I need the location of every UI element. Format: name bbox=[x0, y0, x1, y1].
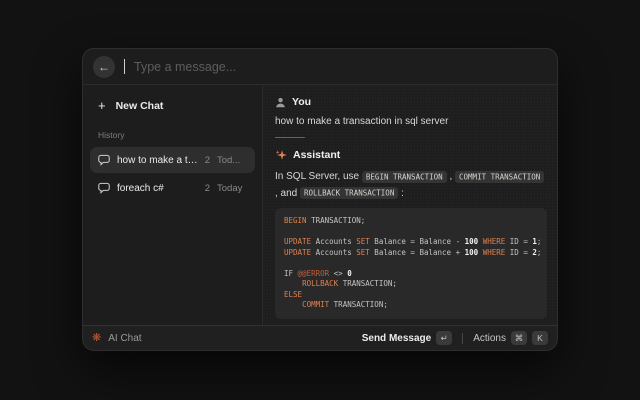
actions-button[interactable]: Actions ⌘ K bbox=[473, 331, 548, 345]
history-item-date: Tod... bbox=[217, 155, 247, 166]
text-cursor bbox=[124, 59, 125, 74]
ai-chat-window: ← Type a message... + New Chat History h… bbox=[82, 48, 558, 351]
send-message-label: Send Message bbox=[362, 333, 431, 344]
statusbar-divider bbox=[462, 333, 463, 344]
inline-code-chip: ROLLBACK TRANSACTION bbox=[300, 187, 398, 199]
history-item-foreach-csharp[interactable]: foreach c# 2 Today bbox=[90, 175, 255, 201]
user-message-header: You bbox=[275, 96, 547, 108]
sidebar: + New Chat History how to make a transa.… bbox=[83, 85, 263, 325]
back-arrow-icon: ← bbox=[98, 60, 110, 74]
code-line: BEGIN TRANSACTION; bbox=[284, 216, 538, 227]
history-item-count: 2 bbox=[205, 155, 210, 166]
inline-code-chip: COMMIT TRANSACTION bbox=[455, 171, 544, 183]
back-button[interactable]: ← bbox=[93, 56, 115, 78]
code-line bbox=[284, 227, 538, 238]
code-line: ELSE bbox=[284, 290, 538, 301]
history-item-title: foreach c# bbox=[117, 183, 198, 194]
message-input-bar: ← Type a message... bbox=[83, 49, 557, 85]
intro-text: : bbox=[398, 188, 404, 199]
history-item-title: how to make a transa... bbox=[117, 155, 198, 166]
history-section-label: History bbox=[90, 130, 255, 140]
code-line: UPDATE Accounts SET Balance = Balance - … bbox=[284, 237, 538, 248]
chat-scroll-area[interactable]: You how to make a transaction in sql ser… bbox=[263, 85, 557, 325]
history-item-date: Today bbox=[217, 183, 247, 194]
intro-text: In SQL Server, use bbox=[275, 171, 362, 182]
new-chat-label: New Chat bbox=[116, 100, 164, 112]
user-label: You bbox=[292, 96, 311, 108]
intro-text: , bbox=[447, 171, 455, 182]
inline-code-chip: BEGIN TRANSACTION bbox=[362, 171, 447, 183]
send-message-button[interactable]: Send Message ↵ bbox=[362, 331, 452, 345]
user-avatar-icon bbox=[275, 97, 286, 108]
code-block: BEGIN TRANSACTION; UPDATE Accounts SET B… bbox=[275, 208, 547, 319]
message-input[interactable]: Type a message... bbox=[134, 60, 547, 74]
message-divider bbox=[275, 137, 305, 138]
assistant-message-header: Assistant bbox=[275, 149, 547, 161]
app-logo-icon: ❋ bbox=[92, 333, 101, 344]
history-item-sql-transaction[interactable]: how to make a transa... 2 Tod... bbox=[90, 147, 255, 173]
code-line: UPDATE Accounts SET Balance = Balance + … bbox=[284, 248, 538, 259]
code-line: IF @@ERROR <> 0 bbox=[284, 269, 538, 280]
status-bar: ❋ AI Chat Send Message ↵ Actions ⌘ K bbox=[83, 325, 557, 350]
history-item-count: 2 bbox=[205, 183, 210, 194]
enter-key-icon: ↵ bbox=[436, 331, 452, 345]
user-message-text: how to make a transaction in sql server bbox=[275, 116, 547, 127]
assistant-intro: In SQL Server, use BEGIN TRANSACTION , C… bbox=[275, 169, 547, 202]
app-name: AI Chat bbox=[108, 333, 141, 344]
k-key-icon: K bbox=[532, 331, 548, 345]
plus-icon: + bbox=[98, 99, 106, 112]
command-key-icon: ⌘ bbox=[511, 331, 527, 345]
code-line bbox=[284, 258, 538, 269]
chat-bubble-icon bbox=[98, 182, 110, 194]
intro-text: , and bbox=[275, 188, 300, 199]
new-chat-button[interactable]: + New Chat bbox=[90, 93, 255, 118]
assistant-label: Assistant bbox=[293, 149, 340, 161]
chat-bubble-icon bbox=[98, 154, 110, 166]
code-line: ROLLBACK TRANSACTION; bbox=[284, 279, 538, 290]
actions-label: Actions bbox=[473, 333, 506, 344]
sparkle-icon bbox=[275, 149, 287, 161]
code-line: COMMIT TRANSACTION; bbox=[284, 300, 538, 311]
